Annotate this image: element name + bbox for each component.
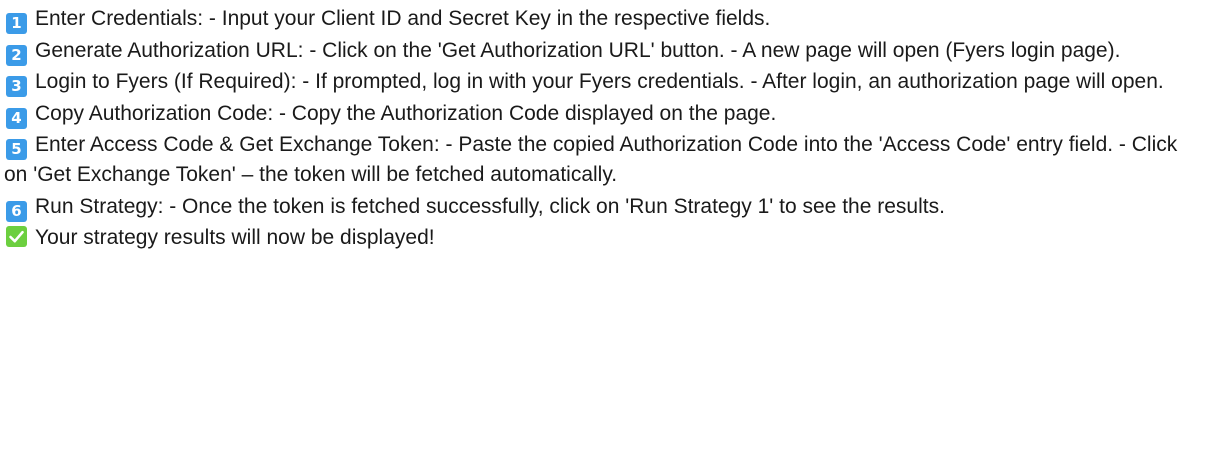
step-4: 4 Copy Authorization Code: - Copy the Aut… (4, 99, 1199, 129)
final-note-text: Your strategy results will now be displa… (35, 226, 435, 250)
instructions-document: 1 Enter Credentials: - Input your Client … (0, 0, 1211, 459)
step-5-text: Enter Access Code & Get Exchange Token: … (4, 133, 1178, 187)
number-5-icon: 5 (6, 139, 27, 161)
final-note: Your strategy results will now be displa… (4, 223, 1199, 253)
step-6: 6 Run Strategy: - Once the token is fetch… (4, 192, 1199, 222)
number-4-icon: 4 (6, 107, 27, 129)
step-6-text: Run Strategy: - Once the token is fetche… (35, 194, 945, 218)
number-6-icon: 6 (6, 200, 27, 222)
step-2: 2 Generate Authorization URL: - Click on … (4, 36, 1199, 66)
step-1: 1 Enter Credentials: - Input your Client … (4, 4, 1199, 34)
number-1-icon: 1 (6, 13, 27, 34)
step-3-text: Login to Fyers (If Required): - If promp… (35, 70, 1164, 94)
step-2-text: Generate Authorization URL: - Click on t… (35, 38, 1121, 62)
step-1-text: Enter Credentials: - Input your Client I… (35, 7, 771, 30)
step-4-text: Copy Authorization Code: - Copy the Auth… (35, 101, 777, 125)
step-3: 3 Login to Fyers (If Required): - If prom… (4, 67, 1199, 98)
number-2-icon: 2 (6, 44, 27, 66)
step-5: 5 Enter Access Code & Get Exchange Token:… (4, 130, 1199, 190)
check-mark-icon (6, 226, 27, 248)
number-3-icon: 3 (6, 76, 27, 98)
